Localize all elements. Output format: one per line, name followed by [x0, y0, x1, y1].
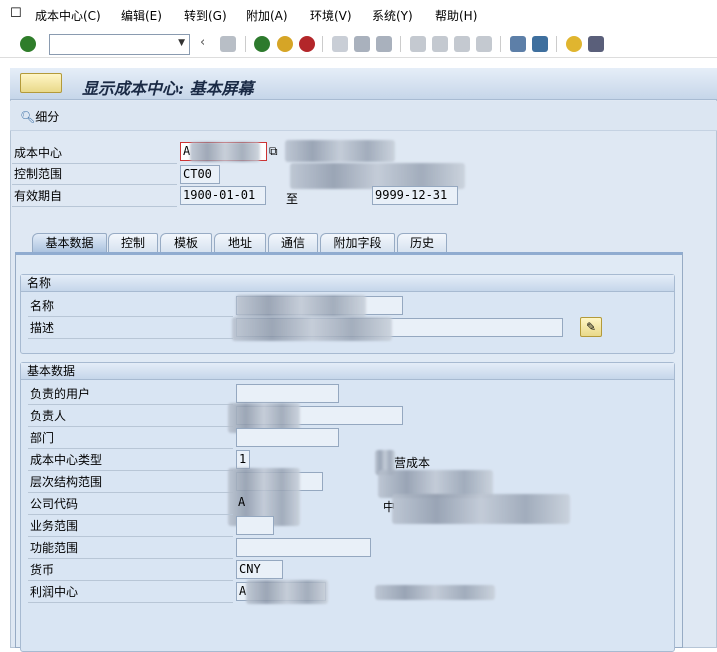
- layout-menu-icon[interactable]: [588, 36, 604, 52]
- save-icon[interactable]: [220, 36, 236, 52]
- detail-button[interactable]: 🔍︎细分: [20, 108, 59, 125]
- cost-center-type-field: 1: [236, 450, 250, 469]
- long-text-edit-button[interactable]: ✎: [580, 317, 602, 337]
- print-icon[interactable]: [332, 36, 348, 52]
- menu-goto[interactable]: 转到(G): [184, 7, 227, 24]
- menu-bar: ☐ 成本中心(C) 编辑(E) 转到(G) 附加(A) 环境(V) 系统(Y) …: [0, 0, 717, 30]
- command-field[interactable]: ▼: [49, 34, 190, 55]
- menu-help[interactable]: 帮助(H): [435, 7, 477, 24]
- business-area-field: [236, 516, 274, 535]
- menu-extras[interactable]: 附加(A): [246, 7, 288, 24]
- cost-center-type-description: 营成本: [394, 456, 431, 470]
- hierarchy-area-label: 层次结构范围: [28, 473, 233, 493]
- valid-to-field: 9999-12-31: [372, 186, 458, 205]
- tab-history[interactable]: 历史: [397, 233, 447, 253]
- valid-from-label: 有效期自: [12, 187, 177, 207]
- cancel-icon[interactable]: [299, 36, 315, 52]
- find-icon[interactable]: [354, 36, 370, 52]
- copy-icon[interactable]: ⧉: [269, 144, 278, 159]
- controlling-area-field: CT00: [180, 165, 220, 184]
- menu-system[interactable]: 系统(Y): [372, 7, 413, 24]
- name-label: 名称: [28, 297, 233, 317]
- business-area-label: 业务范围: [28, 517, 233, 537]
- page-title: 显示成本中心: 基本屏幕: [82, 79, 254, 98]
- currency-label: 货币: [28, 561, 233, 581]
- valid-to-label: 至: [286, 192, 299, 206]
- back-arrow-icon[interactable]: ‹: [200, 35, 205, 50]
- exit-icon[interactable]: [277, 36, 293, 52]
- application-toolbar: 🔍︎细分: [10, 101, 717, 131]
- back-icon[interactable]: [254, 36, 270, 52]
- cost-center-type-label: 成本中心类型: [28, 451, 233, 471]
- magnifier-icon: 🔍︎: [20, 110, 36, 124]
- company-code-label: 公司代码: [28, 495, 233, 515]
- functional-area-field: [236, 538, 371, 557]
- menu-icon[interactable]: ☐: [10, 6, 22, 21]
- last-page-icon[interactable]: [476, 36, 492, 52]
- help-icon[interactable]: [566, 36, 582, 52]
- chevron-down-icon[interactable]: ▼: [178, 38, 185, 48]
- cost-center-label: 成本中心: [12, 144, 177, 164]
- menu-edit[interactable]: 编辑(E): [121, 7, 162, 24]
- menu-environment[interactable]: 环境(V): [310, 7, 352, 24]
- new-session-icon[interactable]: [510, 36, 526, 52]
- valid-from-field: 1900-01-01: [180, 186, 266, 205]
- menu-toggle-button[interactable]: [20, 73, 62, 93]
- pencil-icon: ✎: [585, 320, 597, 334]
- responsible-user-label: 负责的用户: [28, 385, 233, 405]
- tab-basic-data[interactable]: 基本数据: [32, 233, 107, 253]
- department-label: 部门: [28, 429, 233, 449]
- tab-control[interactable]: 控制: [108, 233, 158, 253]
- tab-template[interactable]: 模板: [160, 233, 212, 253]
- tab-address[interactable]: 地址: [214, 233, 266, 253]
- functional-area-label: 功能范围: [28, 539, 233, 559]
- responsible-user-field: [236, 384, 339, 403]
- basic-data-group-title: 基本数据: [21, 363, 674, 380]
- department-field: [236, 428, 339, 447]
- tab-additional-fields[interactable]: 附加字段: [320, 233, 395, 253]
- shortcut-icon[interactable]: [532, 36, 548, 52]
- person-responsible-label: 负责人: [28, 407, 233, 427]
- description-label: 描述: [28, 319, 233, 339]
- name-group-title: 名称: [21, 275, 674, 292]
- previous-page-icon[interactable]: [432, 36, 448, 52]
- enter-icon[interactable]: [20, 36, 36, 52]
- tab-communication[interactable]: 通信: [268, 233, 318, 253]
- company-code-field: A: [238, 495, 246, 509]
- currency-field: CNY: [236, 560, 283, 579]
- profit-center-label: 利润中心: [28, 583, 233, 603]
- next-page-icon[interactable]: [454, 36, 470, 52]
- find-next-icon[interactable]: [376, 36, 392, 52]
- menu-cost-center[interactable]: 成本中心(C): [35, 7, 101, 24]
- controlling-area-label: 控制范围: [12, 165, 177, 185]
- first-page-icon[interactable]: [410, 36, 426, 52]
